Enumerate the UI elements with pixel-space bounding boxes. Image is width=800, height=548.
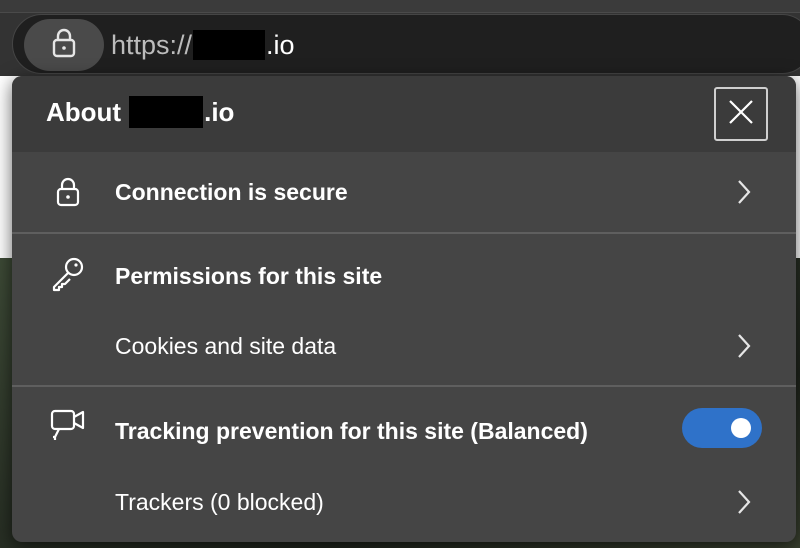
url-domain-suffix: .io	[266, 30, 295, 60]
connection-label: Connection is secure	[115, 179, 348, 205]
close-button[interactable]	[714, 87, 768, 141]
popup-title-suffix: .io	[204, 96, 235, 127]
chevron-right-icon	[730, 488, 758, 516]
popup-title: About .io	[46, 96, 234, 128]
tracking-label: Tracking prevention for this site (Balan…	[115, 418, 588, 444]
redacted-domain	[193, 30, 266, 60]
permissions-row: Permissions for this site	[12, 234, 796, 308]
toggle-knob	[731, 418, 751, 438]
camera-icon	[48, 405, 88, 445]
key-icon	[48, 254, 88, 294]
popup-header: About .io	[12, 76, 796, 152]
tab-strip	[0, 0, 800, 13]
connection-row[interactable]: Connection is secure	[12, 152, 796, 232]
cookies-row[interactable]: Cookies and site data	[12, 308, 796, 384]
chevron-right-icon	[730, 332, 758, 360]
browser-toolbar: https:// .io	[0, 0, 800, 76]
chevron-right-icon	[730, 178, 758, 206]
site-info-button[interactable]	[24, 19, 104, 71]
trackers-label: Trackers (0 blocked)	[115, 489, 324, 515]
trackers-row[interactable]: Trackers (0 blocked)	[12, 459, 796, 539]
tracking-row: Tracking prevention for this site (Balan…	[12, 387, 796, 459]
redacted-title-domain	[129, 96, 204, 128]
tracking-prevention-toggle[interactable]	[682, 408, 762, 448]
address-bar[interactable]: https:// .io	[12, 14, 800, 74]
site-info-popup: About .io Connection is secure Permissio…	[12, 76, 796, 542]
popup-title-prefix: About	[46, 96, 122, 127]
lock-icon	[51, 28, 77, 63]
permissions-label: Permissions for this site	[115, 263, 383, 289]
url-scheme: https://	[111, 30, 193, 60]
cookies-label: Cookies and site data	[115, 333, 337, 359]
lock-icon	[48, 172, 88, 212]
url-text[interactable]: https:// .io	[111, 29, 295, 61]
close-icon	[728, 99, 754, 130]
